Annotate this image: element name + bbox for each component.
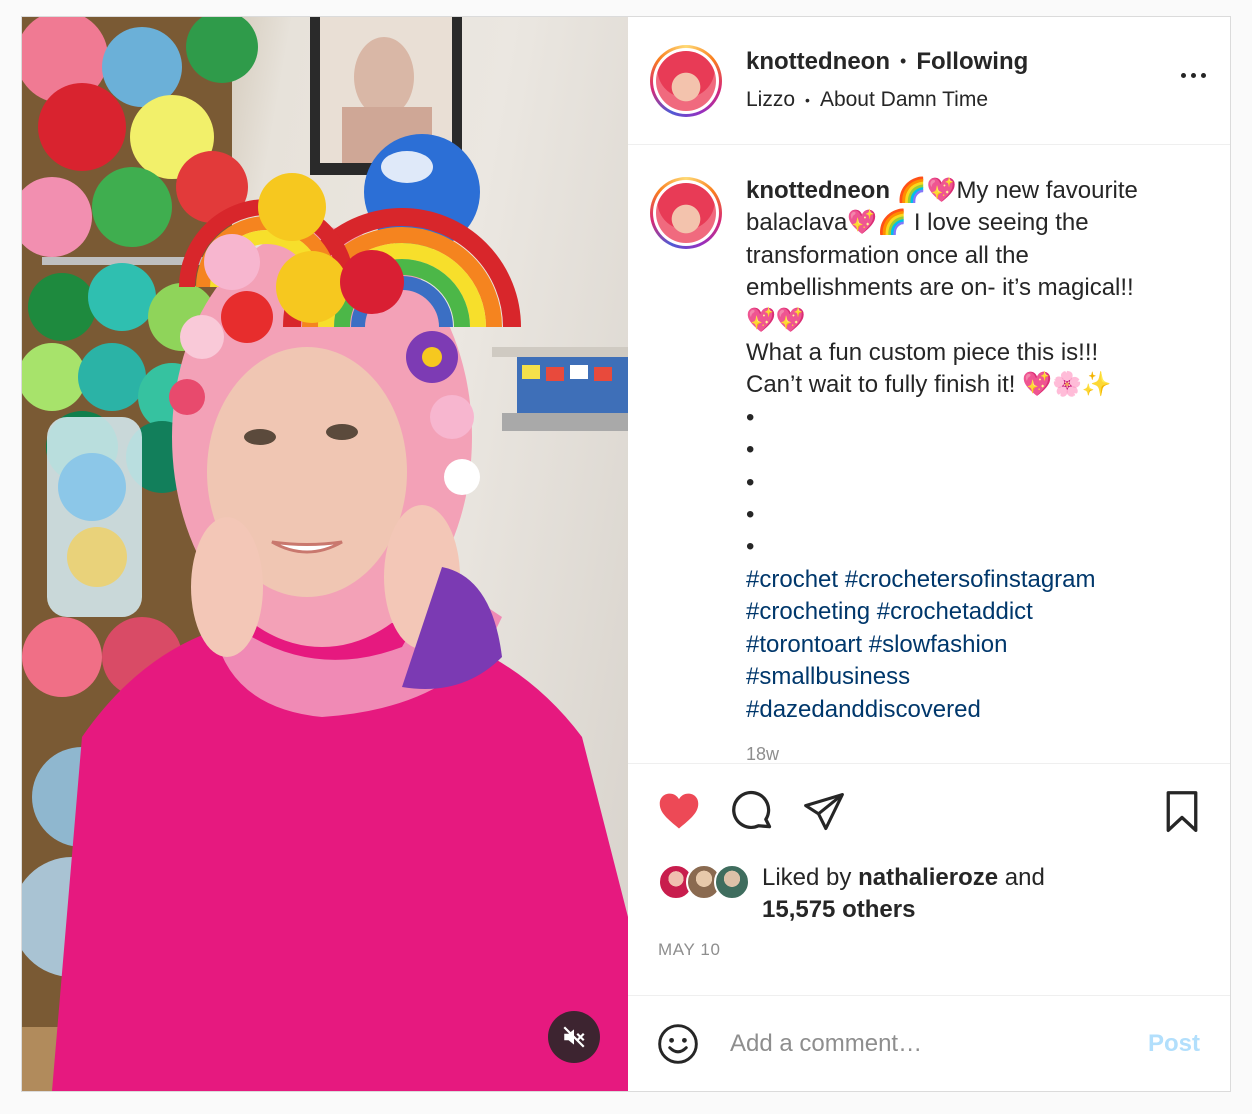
liker-avatar: [714, 864, 750, 900]
heart-filled-icon[interactable]: [656, 790, 702, 839]
caption-author-avatar[interactable]: [650, 177, 722, 249]
post-video[interactable]: [22, 17, 628, 1091]
caption-section: knottedneon 🌈💖My new favourite balaclava…: [628, 145, 1230, 763]
hashtag-link[interactable]: #crochet: [746, 566, 838, 593]
likes-text: Liked by nathalieroze and 15,575 others: [762, 862, 1045, 926]
hashtag-link[interactable]: #torontoart: [746, 631, 862, 658]
caption-text: 🌈💖My new favourite balaclava💖🌈 I love se…: [746, 177, 1138, 561]
comment-input[interactable]: [730, 1029, 1110, 1058]
likes-conjunction: and: [1004, 864, 1045, 891]
liked-by-username[interactable]: nathalieroze: [858, 864, 998, 891]
video-frame-illustration: [22, 17, 628, 1091]
speaker-muted-icon: [563, 1026, 585, 1048]
likes-summary: Liked by nathalieroze and 15,575 others: [658, 862, 1045, 926]
post-comment-button[interactable]: Post: [1148, 1030, 1200, 1058]
likes-prefix: Liked by: [762, 864, 852, 891]
likes-others-count[interactable]: 15,575 others: [762, 896, 915, 923]
hashtag-link[interactable]: #slowfashion: [869, 631, 1008, 658]
post-header: knottedneon • Following Lizzo • About Da…: [628, 17, 1230, 145]
hashtag-link[interactable]: #dazedanddiscovered: [746, 696, 981, 723]
hashtag-list: #crochet #crochetersofinstagram #crochet…: [746, 564, 1196, 726]
actions-section: Liked by nathalieroze and 15,575 others …: [628, 763, 1230, 995]
hashtag-link[interactable]: #crochetaddict: [877, 598, 1033, 625]
hashtag-link[interactable]: #crocheting: [746, 598, 870, 625]
post-date[interactable]: MAY 10: [658, 940, 721, 960]
more-options-icon[interactable]: [1181, 73, 1206, 78]
hashtag-link[interactable]: #crochetersofinstagram: [845, 566, 1096, 593]
comment-bar: Post: [628, 995, 1230, 1091]
following-button[interactable]: Following: [916, 48, 1028, 76]
audio-artist[interactable]: Lizzo: [746, 88, 795, 112]
author-username[interactable]: knottedneon: [746, 48, 890, 76]
mute-toggle-button[interactable]: [548, 1011, 600, 1063]
instagram-post: knottedneon • Following Lizzo • About Da…: [21, 16, 1231, 1092]
hashtag-link[interactable]: #smallbusiness: [746, 663, 910, 690]
caption-author-avatar-image: [656, 183, 716, 243]
caption-username[interactable]: knottedneon: [746, 177, 890, 204]
liker-avatars[interactable]: [658, 862, 754, 902]
emoji-smiley-icon[interactable]: [656, 1022, 700, 1066]
author-avatar-image: [656, 50, 716, 111]
comment-bubble-icon[interactable]: [730, 790, 776, 839]
caption-time-ago[interactable]: 18w: [746, 738, 1196, 763]
audio-track[interactable]: About Damn Time: [820, 88, 988, 112]
author-avatar[interactable]: [650, 44, 722, 117]
separator-dot: •: [805, 91, 810, 108]
separator-dot: •: [900, 51, 907, 71]
bookmark-icon[interactable]: [1162, 790, 1202, 839]
post-side-panel: knottedneon • Following Lizzo • About Da…: [628, 17, 1230, 1091]
paper-plane-icon[interactable]: [802, 790, 846, 839]
action-icons: [656, 790, 1202, 836]
